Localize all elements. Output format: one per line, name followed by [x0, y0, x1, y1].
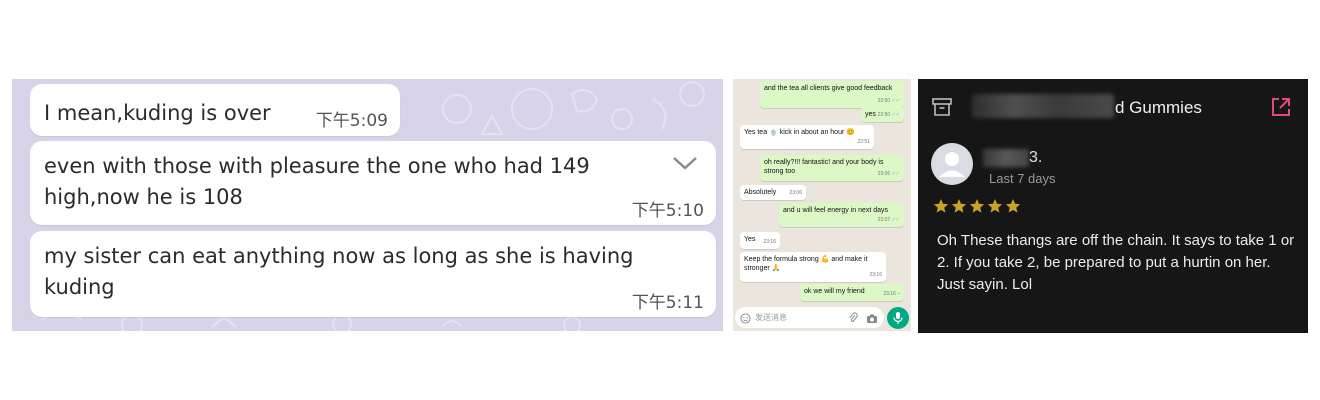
star-icon — [987, 199, 1003, 213]
message-bubble-incoming: Keep the formula strong 💪 and make it st… — [740, 252, 886, 282]
product-review-screenshot: d Gummies 3. Last 7 days Oh These thangs… — [918, 79, 1308, 333]
read-receipt-icon: ✓✓ — [891, 98, 900, 104]
message-bubble-incoming: Absolutely 23:06 — [740, 185, 806, 200]
read-receipt-icon: ✓✓ — [891, 217, 900, 223]
star-icon — [933, 199, 949, 213]
message-time: 23:16 — [883, 291, 896, 297]
message-bubble-outgoing: yes 22:50 ✓✓ — [861, 107, 904, 122]
message-bubble-outgoing: and u will feel energy in next days 23:0… — [779, 203, 904, 227]
message-bubble-incoming: Yes tea 🍵 kick in about an hour 😊 22:51 — [740, 125, 874, 149]
star-icon — [969, 199, 985, 213]
read-receipt-icon: ✓✓ — [891, 171, 900, 177]
message-time: 23:16 — [763, 239, 776, 245]
attach-icon[interactable] — [848, 311, 858, 329]
message-text: ok we will my friend — [804, 288, 865, 295]
reviewer-name: 3. — [1029, 149, 1043, 166]
microphone-icon — [893, 312, 903, 324]
message-time: 下午5:11 — [631, 293, 704, 313]
message-time: 23:06 — [877, 171, 891, 177]
message-text: Yes — [744, 236, 756, 243]
star-icon — [951, 199, 967, 213]
message-time: 22:50 — [877, 112, 891, 118]
message-time: 23:16 — [869, 272, 882, 278]
message-bubble-outgoing: oh really?!!! fantastic! and your body i… — [760, 155, 904, 181]
scroll-down-icon[interactable]: » — [897, 291, 900, 297]
microphone-button[interactable] — [887, 307, 909, 329]
chat-bubble: my sister can eat anything now as long a… — [30, 231, 716, 317]
message-text: and the tea all clients give good feedba… — [764, 85, 893, 92]
product-title: d Gummies — [1115, 98, 1202, 117]
star-rating — [933, 198, 1021, 214]
message-text: Keep the formula strong 💪 and make it st… — [744, 256, 868, 272]
avatar-icon — [931, 143, 973, 190]
archive-icon[interactable] — [932, 98, 952, 121]
message-text: even with those with pleasure the one wh… — [44, 154, 590, 209]
chat-bubble: even with those with pleasure the one wh… — [30, 141, 716, 225]
emoji-icon[interactable] — [740, 311, 751, 329]
message-time: 22:50 — [877, 98, 891, 104]
external-link-icon[interactable] — [1270, 96, 1292, 123]
message-input-bar[interactable]: 发送消息 — [735, 307, 884, 328]
review-text: Oh These thangs are off the chain. It sa… — [937, 232, 1295, 293]
message-text: Absolutely — [744, 189, 777, 196]
message-time: 23:06 — [789, 190, 802, 196]
message-bubble-outgoing: and the tea all clients give good feedba… — [760, 81, 904, 108]
message-text: yes — [865, 111, 876, 118]
read-receipt-icon: ✓✓ — [891, 112, 900, 118]
star-icon — [1005, 199, 1021, 213]
message-text: I mean,kuding is over — [44, 101, 271, 125]
message-text: and u will feel energy in next days — [783, 207, 889, 214]
message-text: Yes tea 🍵 kick in about an hour 😊 — [744, 129, 855, 136]
redacted-reviewer-name — [983, 149, 1029, 167]
message-bubble-outgoing: ok we will my friend 23:16 » — [800, 284, 904, 301]
message-bubble-incoming: Yes 23:16 — [740, 232, 780, 249]
message-input-placeholder[interactable]: 发送消息 — [755, 312, 787, 323]
message-time: 23:07 — [877, 217, 891, 223]
message-time: 下午5:09 — [315, 111, 388, 131]
message-text: oh really?!!! fantastic! and your body i… — [764, 159, 884, 175]
chat-bubble: I mean,kuding is over 下午5:09 — [30, 84, 400, 136]
message-time: 下午5:10 — [631, 201, 704, 221]
review-date: Last 7 days — [989, 171, 1056, 186]
chevron-down-icon[interactable] — [672, 155, 698, 175]
redacted-product-name — [972, 94, 1114, 118]
chat-screenshot-purple: I mean,kuding is over 下午5:09 even with t… — [12, 79, 723, 331]
message-text: my sister can eat anything now as long a… — [44, 244, 634, 299]
whatsapp-screenshot: and the tea all clients give good feedba… — [733, 79, 911, 331]
message-time: 22:51 — [857, 139, 870, 145]
camera-icon[interactable] — [866, 311, 878, 329]
